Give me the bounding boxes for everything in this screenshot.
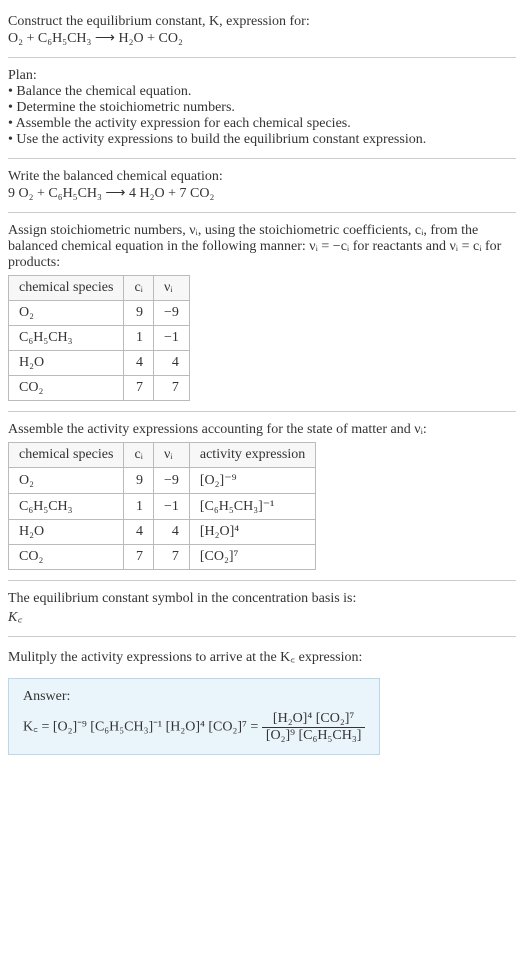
balanced-heading: Write the balanced chemical equation: bbox=[8, 169, 516, 185]
kc-lhs: K꜀ = [O₂]⁻⁹ [C₆H₅CH₃]⁻¹ [H₂O]⁴ [CO₂]⁷ = bbox=[23, 720, 262, 735]
divider bbox=[8, 636, 516, 637]
balanced-equation: 9 O₂ + C₆H₅CH₃ ⟶ 4 H₂O + 7 CO₂ bbox=[8, 185, 516, 202]
stoich-text: Assign stoichiometric numbers, νᵢ, using… bbox=[8, 223, 516, 271]
cell-vi: −1 bbox=[153, 494, 189, 520]
cell-ci: 7 bbox=[124, 376, 154, 401]
answer-section: Answer: K꜀ = [O₂]⁻⁹ [C₆H₅CH₃]⁻¹ [H₂O]⁴ [… bbox=[8, 672, 516, 761]
prompt-section: Construct the equilibrium constant, K, e… bbox=[8, 8, 516, 53]
activity-section: Assemble the activity expressions accoun… bbox=[8, 416, 516, 576]
cell-ci: 9 bbox=[124, 468, 154, 494]
cell-vi: 4 bbox=[153, 351, 189, 376]
col-ci: cᵢ bbox=[124, 443, 154, 468]
cell-ci: 7 bbox=[124, 545, 154, 570]
cell-species: O₂ bbox=[9, 301, 124, 326]
kc-frac-den: [O₂]⁹ [C₆H₅CH₃] bbox=[262, 728, 366, 744]
cell-activity: [CO₂]⁷ bbox=[189, 545, 315, 570]
cell-ci: 1 bbox=[124, 494, 154, 520]
kc-fraction: [H₂O]⁴ [CO₂]⁷ [O₂]⁹ [C₆H₅CH₃] bbox=[262, 711, 366, 744]
cell-species: H₂O bbox=[9, 351, 124, 376]
plan-bullet-2: • Determine the stoichiometric numbers. bbox=[8, 100, 516, 116]
table-header-row: chemical species cᵢ νᵢ bbox=[9, 276, 190, 301]
cell-vi: −1 bbox=[153, 326, 189, 351]
cell-vi: 7 bbox=[153, 376, 189, 401]
cell-activity: [H₂O]⁴ bbox=[189, 520, 315, 545]
cell-species: H₂O bbox=[9, 520, 124, 545]
table-row: H₂O 4 4 [H₂O]⁴ bbox=[9, 520, 316, 545]
col-species: chemical species bbox=[9, 443, 124, 468]
col-species: chemical species bbox=[9, 276, 124, 301]
table-row: H₂O 4 4 bbox=[9, 351, 190, 376]
symbol-text: The equilibrium constant symbol in the c… bbox=[8, 591, 516, 607]
divider bbox=[8, 158, 516, 159]
table-row: CO₂ 7 7 bbox=[9, 376, 190, 401]
plan-heading: Plan: bbox=[8, 68, 516, 84]
stoich-section: Assign stoichiometric numbers, νᵢ, using… bbox=[8, 217, 516, 407]
table-row: C₆H₅CH₃ 1 −1 [C₆H₅CH₃]⁻¹ bbox=[9, 494, 316, 520]
answer-label: Answer: bbox=[23, 689, 365, 705]
divider bbox=[8, 411, 516, 412]
cell-activity: [O₂]⁻⁹ bbox=[189, 468, 315, 494]
col-activity: activity expression bbox=[189, 443, 315, 468]
divider bbox=[8, 212, 516, 213]
table-row: C₆H₅CH₃ 1 −1 bbox=[9, 326, 190, 351]
unbalanced-equation: O₂ + C₆H₅CH₃ ⟶ H₂O + CO₂ bbox=[8, 30, 516, 47]
cell-ci: 4 bbox=[124, 351, 154, 376]
multiply-section: Mulitply the activity expressions to arr… bbox=[8, 641, 516, 672]
col-vi: νᵢ bbox=[153, 276, 189, 301]
stoich-table: chemical species cᵢ νᵢ O₂ 9 −9 C₆H₅CH₃ 1… bbox=[8, 275, 190, 401]
col-ci: cᵢ bbox=[124, 276, 154, 301]
cell-ci: 4 bbox=[124, 520, 154, 545]
col-vi: νᵢ bbox=[153, 443, 189, 468]
divider bbox=[8, 580, 516, 581]
table-row: CO₂ 7 7 [CO₂]⁷ bbox=[9, 545, 316, 570]
cell-species: C₆H₅CH₃ bbox=[9, 494, 124, 520]
symbol-kc: K꜀ bbox=[8, 607, 516, 626]
table-row: O₂ 9 −9 bbox=[9, 301, 190, 326]
cell-species: CO₂ bbox=[9, 545, 124, 570]
activity-text: Assemble the activity expressions accoun… bbox=[8, 422, 516, 438]
answer-box: Answer: K꜀ = [O₂]⁻⁹ [C₆H₅CH₃]⁻¹ [H₂O]⁴ [… bbox=[8, 678, 380, 755]
cell-species: CO₂ bbox=[9, 376, 124, 401]
cell-vi: −9 bbox=[153, 468, 189, 494]
table-row: O₂ 9 −9 [O₂]⁻⁹ bbox=[9, 468, 316, 494]
symbol-section: The equilibrium constant symbol in the c… bbox=[8, 585, 516, 632]
prompt-text: Construct the equilibrium constant, K, e… bbox=[8, 14, 516, 30]
balanced-section: Write the balanced chemical equation: 9 … bbox=[8, 163, 516, 208]
cell-vi: −9 bbox=[153, 301, 189, 326]
table-header-row: chemical species cᵢ νᵢ activity expressi… bbox=[9, 443, 316, 468]
plan-bullet-1: • Balance the chemical equation. bbox=[8, 84, 516, 100]
kc-expression: K꜀ = [O₂]⁻⁹ [C₆H₅CH₃]⁻¹ [H₂O]⁴ [CO₂]⁷ = … bbox=[23, 711, 365, 744]
plan-bullet-4: • Use the activity expressions to build … bbox=[8, 132, 516, 148]
plan-section: Plan: • Balance the chemical equation. •… bbox=[8, 62, 516, 154]
cell-ci: 1 bbox=[124, 326, 154, 351]
activity-table: chemical species cᵢ νᵢ activity expressi… bbox=[8, 442, 316, 570]
kc-frac-num: [H₂O]⁴ [CO₂]⁷ bbox=[262, 711, 366, 728]
cell-species: C₆H₅CH₃ bbox=[9, 326, 124, 351]
cell-activity: [C₆H₅CH₃]⁻¹ bbox=[189, 494, 315, 520]
cell-ci: 9 bbox=[124, 301, 154, 326]
plan-bullet-3: • Assemble the activity expression for e… bbox=[8, 116, 516, 132]
cell-vi: 7 bbox=[153, 545, 189, 570]
cell-vi: 4 bbox=[153, 520, 189, 545]
divider bbox=[8, 57, 516, 58]
multiply-text: Mulitply the activity expressions to arr… bbox=[8, 647, 516, 666]
cell-species: O₂ bbox=[9, 468, 124, 494]
